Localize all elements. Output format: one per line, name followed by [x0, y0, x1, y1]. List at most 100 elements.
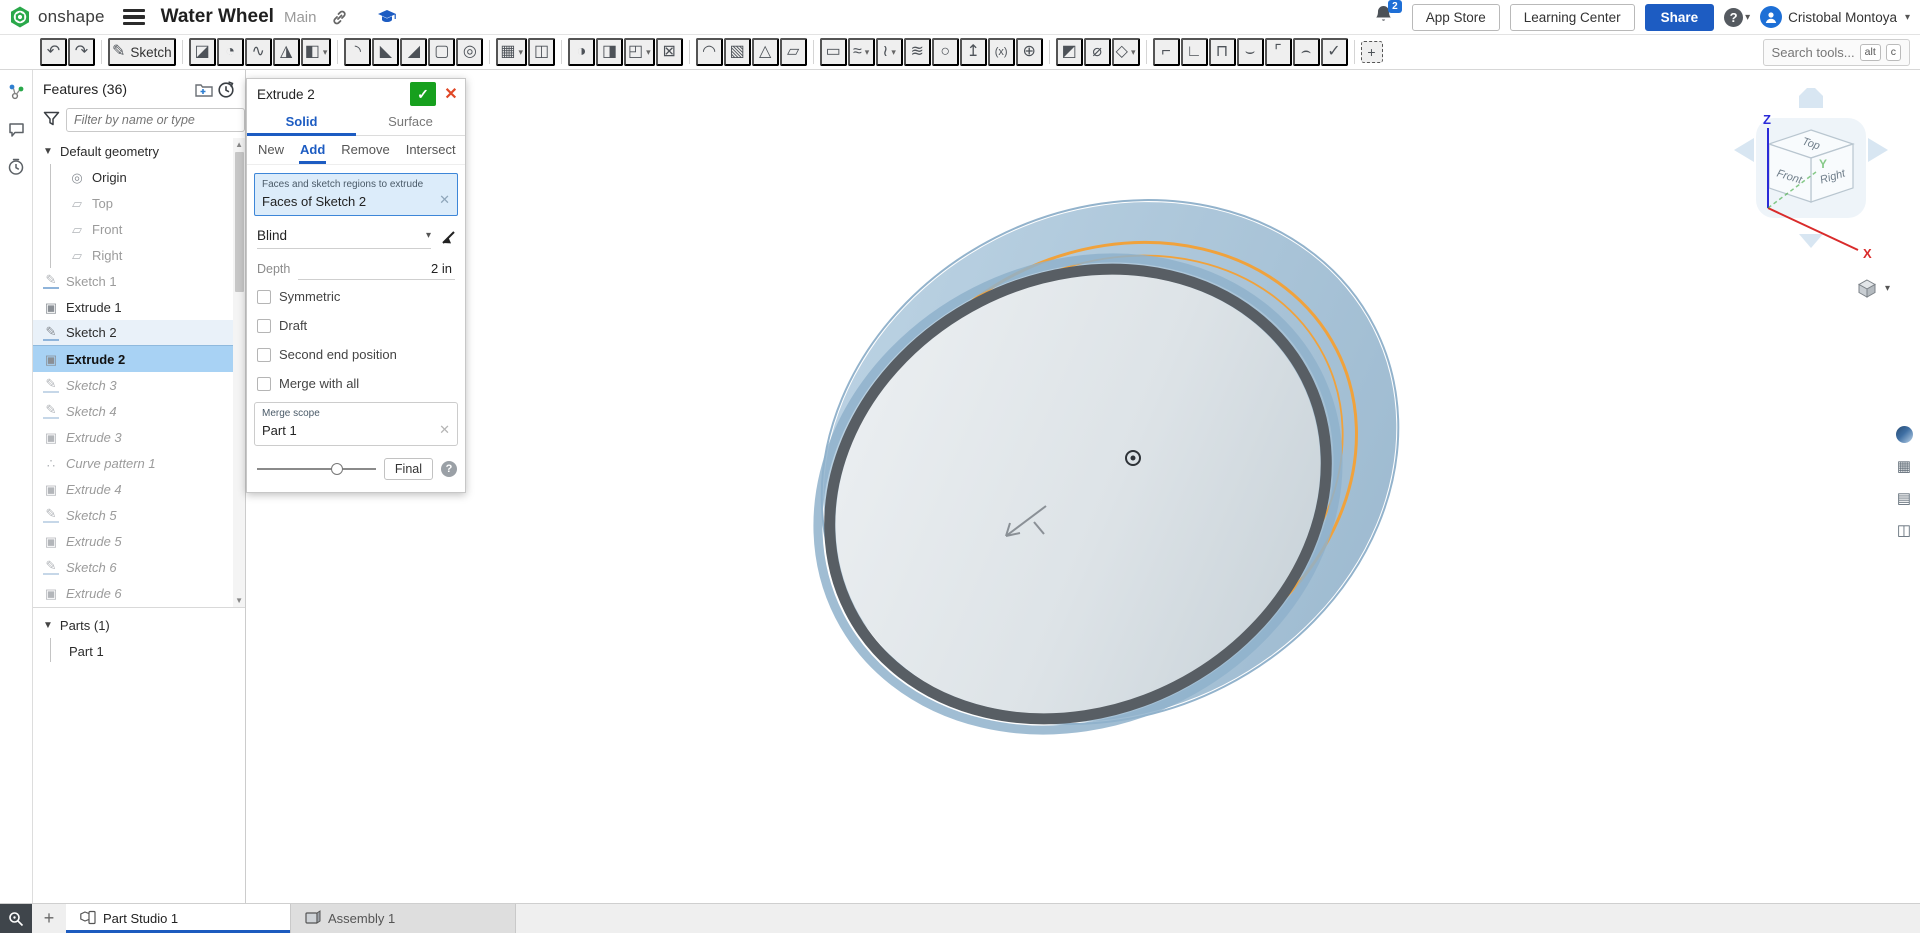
checkbox-merge-with-all[interactable]: Merge with all	[247, 369, 465, 398]
curve-button[interactable]: ≈ ▾	[847, 38, 875, 66]
history-icon[interactable]	[5, 156, 27, 178]
document-title[interactable]: Water Wheel	[161, 6, 274, 28]
feature-default-geometry[interactable]: ▼ Default geometry	[33, 138, 233, 164]
boolean-mode-new[interactable]: New	[257, 136, 285, 164]
share-button[interactable]: Share	[1644, 3, 1715, 31]
tab-part-studio-1[interactable]: Part Studio 1	[66, 904, 291, 933]
feature-curve-pattern-1[interactable]: ∴ Curve pattern 1	[33, 450, 233, 476]
move-face-button[interactable]: △	[751, 38, 779, 66]
linear-pattern-button[interactable]: ▦ ▾	[496, 38, 527, 66]
feature-extrude-1[interactable]: ▣ Extrude 1	[33, 294, 233, 320]
tree-scrollbar-thumb[interactable]	[234, 152, 244, 292]
feature-sketch-4[interactable]: ✎ Sketch 4	[33, 398, 233, 424]
feature-extrude-6[interactable]: ▣ Extrude 6	[33, 580, 233, 606]
section-view-icon[interactable]: ▤	[1892, 486, 1916, 510]
depth-input[interactable]: 2 in	[298, 259, 455, 280]
delete-face-button[interactable]: ▧	[723, 38, 751, 66]
learning-center-button[interactable]: Learning Center	[1509, 3, 1635, 31]
measure-button[interactable]: ⌀	[1083, 38, 1111, 66]
redo-button[interactable]: ↷	[68, 38, 95, 66]
main-menu-icon[interactable]	[122, 9, 145, 25]
display-states-icon[interactable]: ▦	[1892, 454, 1916, 478]
feature-origin[interactable]: ◎ Origin	[33, 164, 233, 190]
clear-selection-icon[interactable]: ✕	[439, 192, 450, 208]
draft-button[interactable]: ◢	[400, 38, 428, 66]
variable-button[interactable]: (x)	[987, 38, 1015, 66]
split-button[interactable]: ◨	[596, 38, 623, 66]
mate-connector-button[interactable]: ⊕	[1015, 38, 1043, 66]
undo-button[interactable]: ↶	[40, 38, 67, 66]
follow-mode-icon[interactable]	[5, 80, 27, 102]
thicken-button[interactable]: ◧ ▾	[300, 38, 332, 66]
bend-button[interactable]: ⌣	[1236, 38, 1264, 66]
checkbox-second-end-position[interactable]: Second end position	[247, 340, 465, 369]
help-menu[interactable]: ? ▾	[1724, 7, 1750, 27]
cancel-button[interactable]: ✕	[441, 82, 461, 106]
app-store-button[interactable]: App Store	[1411, 3, 1500, 31]
composite-curve-button[interactable]: ≀ ▾	[875, 38, 903, 66]
final-preview-button[interactable]: Final	[383, 458, 433, 480]
water-wheel-model[interactable]	[731, 103, 1489, 822]
plane-button[interactable]: ▭	[819, 38, 847, 66]
rollback-history-icon[interactable]	[215, 78, 237, 100]
filter-icon[interactable]	[43, 111, 60, 129]
confirm-button[interactable]: ✓	[410, 82, 436, 106]
boolean-mode-remove[interactable]: Remove	[340, 136, 390, 164]
onshape-logo[interactable]: onshape	[8, 5, 105, 29]
part-item-part-1[interactable]: Part 1	[33, 638, 245, 664]
checkbox-symmetric[interactable]: Symmetric	[247, 282, 465, 311]
feature-sketch-1[interactable]: ✎ Sketch 1	[33, 268, 233, 294]
preview-slider[interactable]	[257, 462, 376, 476]
branch-name[interactable]: Main	[284, 9, 317, 26]
view-menu-button[interactable]: ▾	[1856, 278, 1890, 298]
shell-button[interactable]: ▢	[428, 38, 456, 66]
graphics-area[interactable]: Extrude 2 ✓ ✕ Solid Surface New Add Remove I…	[246, 70, 1920, 903]
checkbox-box[interactable]	[257, 318, 271, 333]
boolean-mode-add[interactable]: Add	[299, 136, 327, 164]
fillet-button[interactable]: ◝	[344, 38, 372, 66]
dialog-tab-surface[interactable]: Surface	[356, 109, 465, 135]
feature-extrude-4[interactable]: ▣ Extrude 4	[33, 476, 233, 502]
sheet-metal-model-button[interactable]: ⌐	[1152, 38, 1180, 66]
named-views-button[interactable]: ◇ ▾	[1111, 38, 1140, 66]
flip-direction-button[interactable]	[431, 230, 457, 248]
transform-button[interactable]: ◰ ▾	[624, 38, 655, 66]
sweep-button[interactable]: ∿	[244, 38, 272, 66]
feature-sketch-3[interactable]: ✎ Sketch 3	[33, 372, 233, 398]
dialog-help-icon[interactable]: ?	[441, 461, 457, 477]
clear-merge-scope-icon[interactable]: ✕	[439, 422, 450, 438]
model-canvas[interactable]	[246, 70, 1920, 903]
learning-mode-icon[interactable]	[374, 4, 400, 30]
tab-button[interactable]: ⊓	[1208, 38, 1236, 66]
feature-right[interactable]: ▱ Right	[33, 242, 233, 268]
end-condition-select[interactable]: Blind ▾	[257, 228, 431, 249]
comments-icon[interactable]	[5, 118, 27, 140]
delete-part-button[interactable]: ⊠	[655, 38, 683, 66]
helix-button[interactable]: ≋	[903, 38, 931, 66]
render-mode-icon[interactable]	[1892, 422, 1916, 446]
offset-surface-button[interactable]: ▱	[779, 38, 807, 66]
split-part-button[interactable]: ◩	[1055, 38, 1083, 66]
merge-scope-field[interactable]: Merge scope Part 1 ✕	[254, 402, 458, 446]
flange-button[interactable]: ∟	[1180, 38, 1208, 66]
parts-section-header[interactable]: ▼ Parts (1)	[33, 612, 245, 638]
appearance-panel-icon[interactable]: ◫	[1892, 518, 1916, 542]
feature-sketch-5[interactable]: ✎ Sketch 5	[33, 502, 233, 528]
chamfer-button[interactable]: ◣	[372, 38, 400, 66]
user-menu[interactable]: Cristobal Montoya ▾	[1760, 6, 1910, 28]
feature-front[interactable]: ▱ Front	[33, 216, 233, 242]
chevron-down-icon[interactable]: ▼	[43, 146, 53, 157]
boolean-button[interactable]: ◑	[568, 38, 595, 66]
checkbox-box[interactable]	[257, 289, 271, 304]
checkbox-box[interactable]	[257, 376, 271, 391]
sketch-button[interactable]: ✎ Sketch	[108, 38, 176, 66]
new-folder-icon[interactable]	[193, 78, 215, 100]
revolve-button[interactable]: ◔	[216, 38, 244, 66]
feature-filter-input[interactable]	[66, 108, 245, 132]
loft-button[interactable]: ◮	[272, 38, 300, 66]
checkbox-draft[interactable]: Draft	[247, 311, 465, 340]
dialog-tab-solid[interactable]: Solid	[247, 109, 356, 136]
search-tools-input[interactable]: Search tools... alt c	[1762, 38, 1910, 66]
corner-button[interactable]: ⌜	[1264, 38, 1292, 66]
circle-tool-button[interactable]: ○	[931, 38, 959, 66]
